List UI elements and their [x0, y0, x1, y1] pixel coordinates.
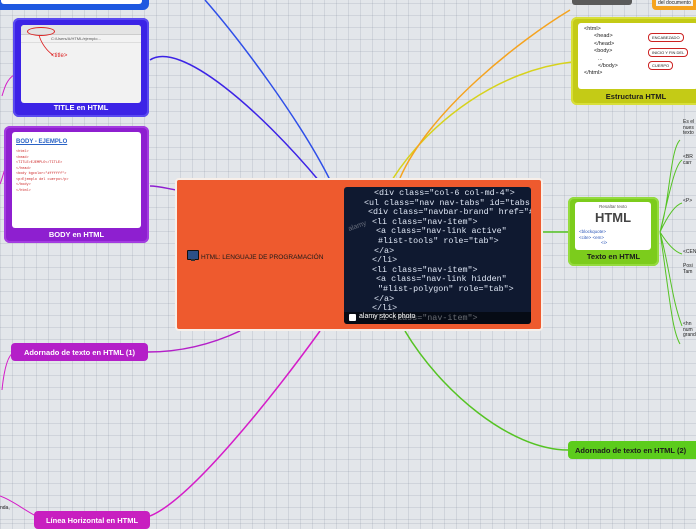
- texto-thumb-title: Resaltar texto: [599, 204, 627, 209]
- texto-side-item: Es el nues texto: [683, 119, 695, 136]
- adornado1-label: Adornado de texto en HTML (1): [23, 348, 136, 357]
- adornado2-label: Adornado de texto en HTML (2): [575, 446, 687, 455]
- estructura-node[interactable]: <html> <head> </head> <body>... </body> </htm…: [571, 17, 696, 105]
- estructura-code: <html> <head> </head> <body>... </body> </htm…: [584, 26, 618, 78]
- central-image-credit: alamy stock photo: [359, 313, 416, 320]
- estructura-code-line: <body>: [594, 48, 613, 55]
- texto-side-item: <hn num grand: [683, 321, 696, 338]
- wire-top-left: [204, 0, 331, 181]
- estructura-tag: ENCABEZADO: [648, 33, 684, 42]
- estructura-code-line: <html>: [584, 26, 601, 32]
- wire-adornado1: [147, 330, 241, 353]
- texto-thumb-big: HTML: [594, 210, 632, 225]
- left-bottom-text: nda,: [0, 505, 10, 511]
- texto-side-item: <BR carr: [683, 154, 693, 166]
- thumb-arrow: [38, 34, 54, 56]
- wire-top-right: [399, 9, 571, 179]
- wire-body-html: [149, 185, 177, 191]
- body-code-line: </html>: [16, 188, 31, 193]
- title-html-thumbnail: C:/Users/A/HTML/ejemplo... <title>: [21, 25, 141, 103]
- texto-thumbnail: Resaltar texto HTML <blockquote> <cite> <…: [575, 202, 651, 250]
- title-html-label: TITLE en HTML: [53, 103, 109, 112]
- body-html-thumbnail: BODY - EJEMPLO <html> <head> <TITLE>EJEMPL…: [12, 132, 141, 228]
- linea-horizontal-node[interactable]: Línea Horizontal en HTML: [34, 511, 150, 529]
- estructura-code-line: </html>: [584, 70, 603, 77]
- body-html-label: BODY en HTML: [48, 230, 105, 239]
- estructura-tag: INICIO Y FIN DEL: [648, 48, 689, 57]
- body-code-line: <TITLE>EJEMPLO</TITLE>: [16, 161, 63, 165]
- texto-node[interactable]: Resaltar texto HTML <blockquote> <cite> <…: [568, 197, 659, 266]
- central-image-credit-bar: alamy stock photo: [344, 312, 531, 324]
- body-code-line: <body bgcolor="#ffffff">: [16, 172, 67, 176]
- central-image: <div class="col-6 col-md-4"> <ul class="n…: [344, 187, 531, 324]
- central-title: HTML: LENGUAJE DE PROGRAMACIÓN: [201, 254, 324, 261]
- texto-label: Texto en HTML: [586, 252, 641, 261]
- adornado1-node[interactable]: Adornado de texto en HTML (1): [11, 343, 148, 361]
- texto-side-item: Posi Tam: [683, 263, 693, 275]
- body-html-node[interactable]: BODY - EJEMPLO <html> <head> <TITLE>EJEMPL…: [4, 126, 149, 243]
- top-right-stub: [572, 0, 632, 5]
- estructura-thumbnail: <html> <head> </head> <body>... </body> </htm…: [578, 23, 696, 89]
- top-left-node[interactable]: [0, 0, 149, 10]
- estructura-code-line: <head>: [594, 33, 613, 40]
- estructura-code-line: </head>: [594, 40, 615, 47]
- computer-icon: [187, 250, 199, 261]
- central-image-code: <div class="col-6 col-md-4"> <ul class="n…: [364, 188, 531, 323]
- mind-map-canvas[interactable]: C:/Users/A/HTML/ejemplo... <title> TITLE…: [0, 0, 696, 529]
- thumb-heading: BODY - EJEMPLO: [16, 139, 68, 145]
- estructura-code-line: ...: [598, 55, 603, 62]
- estructura-code-line: </body>: [598, 63, 618, 70]
- adornado2-node[interactable]: Adornado de texto en HTML (2): [568, 441, 696, 459]
- wire-linea-horizontal: [149, 330, 321, 517]
- texto-side-item: <CEN: [683, 249, 696, 255]
- central-node[interactable]: HTML: LENGUAJE DE PROGRAMACIÓN <div clas…: [175, 178, 543, 331]
- top-right-text: del documento: [656, 0, 693, 6]
- texto-thumb-tags: <blockquote> <cite> <em> <i>: [579, 229, 649, 246]
- wire-texto-branches: [659, 139, 683, 345]
- thumb-code-lines: <html> <head> <TITLE>EJEMPLO</TITLE> </head…: [16, 150, 69, 194]
- top-right-node[interactable]: del documento: [652, 0, 696, 10]
- alamy-logo-icon: [349, 314, 356, 321]
- wire-adornado2: [404, 330, 569, 451]
- linea-horizontal-label: Línea Horizontal en HTML: [45, 516, 139, 525]
- texto-side-item: <P>: [683, 198, 693, 204]
- wire-estructura: [391, 61, 573, 181]
- texto-tag-row: <i>: [601, 240, 608, 246]
- title-html-node[interactable]: C:/Users/A/HTML/ejemplo... <title> TITLE…: [13, 18, 149, 117]
- estructura-tag: CUERPO: [648, 61, 674, 70]
- estructura-label: Estructura HTML: [605, 92, 667, 101]
